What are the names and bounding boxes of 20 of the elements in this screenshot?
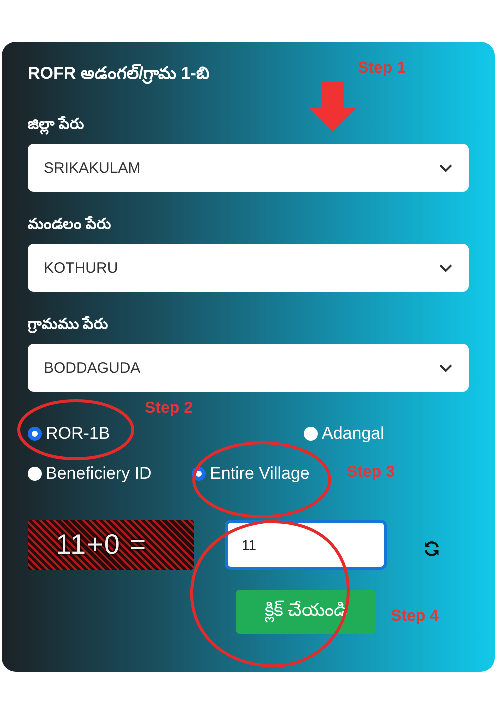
step-label: Step 4 [391,608,440,626]
chevron-down-icon [439,164,453,172]
step-label: Step 1 [358,60,406,78]
refresh-icon[interactable] [423,540,441,558]
radio-option[interactable]: Beneficiery ID [28,464,152,484]
radio-option[interactable]: Entire Village [192,464,310,484]
arrow-icon [309,82,357,132]
field-label: జిల్లా పేరు [28,116,84,136]
chevron-down-icon [439,264,453,272]
field-label: గ్రామము పేరు [28,316,108,336]
field-label: మండలం పేరు [28,216,112,235]
radio-option[interactable]: ROR-1B [28,424,110,444]
step-label: Step 2 [145,400,194,418]
select-field[interactable]: BODDAGUDA [28,344,469,392]
captcha-input[interactable]: 11 [225,520,387,570]
select-field[interactable]: SRIKAKULAM [28,144,469,192]
step-label: Step 3 [347,464,396,482]
select-field[interactable]: KOTHURU [28,244,469,292]
chevron-down-icon [439,364,453,372]
form-title: ROFR అడంగల్/గ్రామ 1-బి [28,64,210,86]
